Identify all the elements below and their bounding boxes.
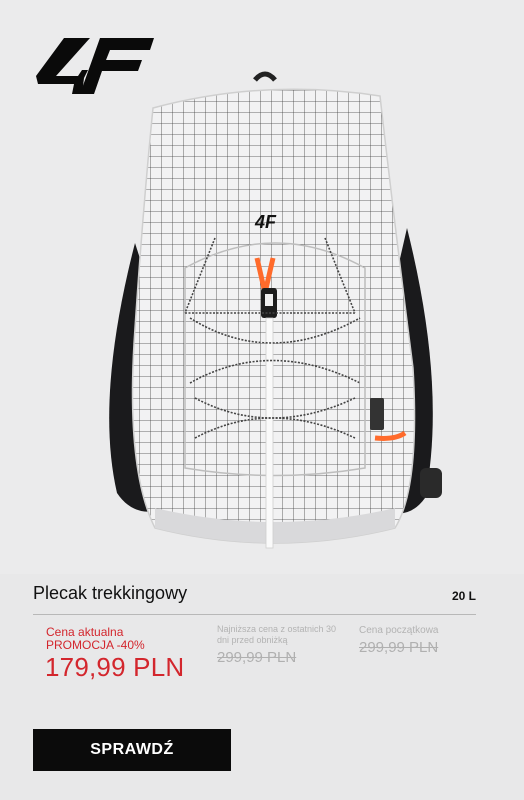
- initial-price-label: Cena początkowa: [359, 625, 439, 636]
- svg-text:4F: 4F: [254, 212, 277, 232]
- check-button[interactable]: SPRAWDŹ: [33, 729, 231, 771]
- promo-label: PROMOCJA -40%: [46, 638, 145, 652]
- initial-price: 299,99 PLN: [359, 639, 439, 656]
- backpack-image: 4F: [109, 71, 442, 549]
- lowest-price: 299,99 PLN: [217, 649, 297, 666]
- divider: [33, 614, 476, 615]
- product-hero: 4F: [0, 0, 524, 574]
- current-price: 179,99 PLN: [45, 652, 185, 682]
- capacity-badge: 20 L: [451, 589, 476, 603]
- lowest-price-label: Najniższa cena z ostatnich 30 dni przed …: [217, 624, 337, 645]
- product-title[interactable]: Plecak trekkingowy: [33, 583, 187, 604]
